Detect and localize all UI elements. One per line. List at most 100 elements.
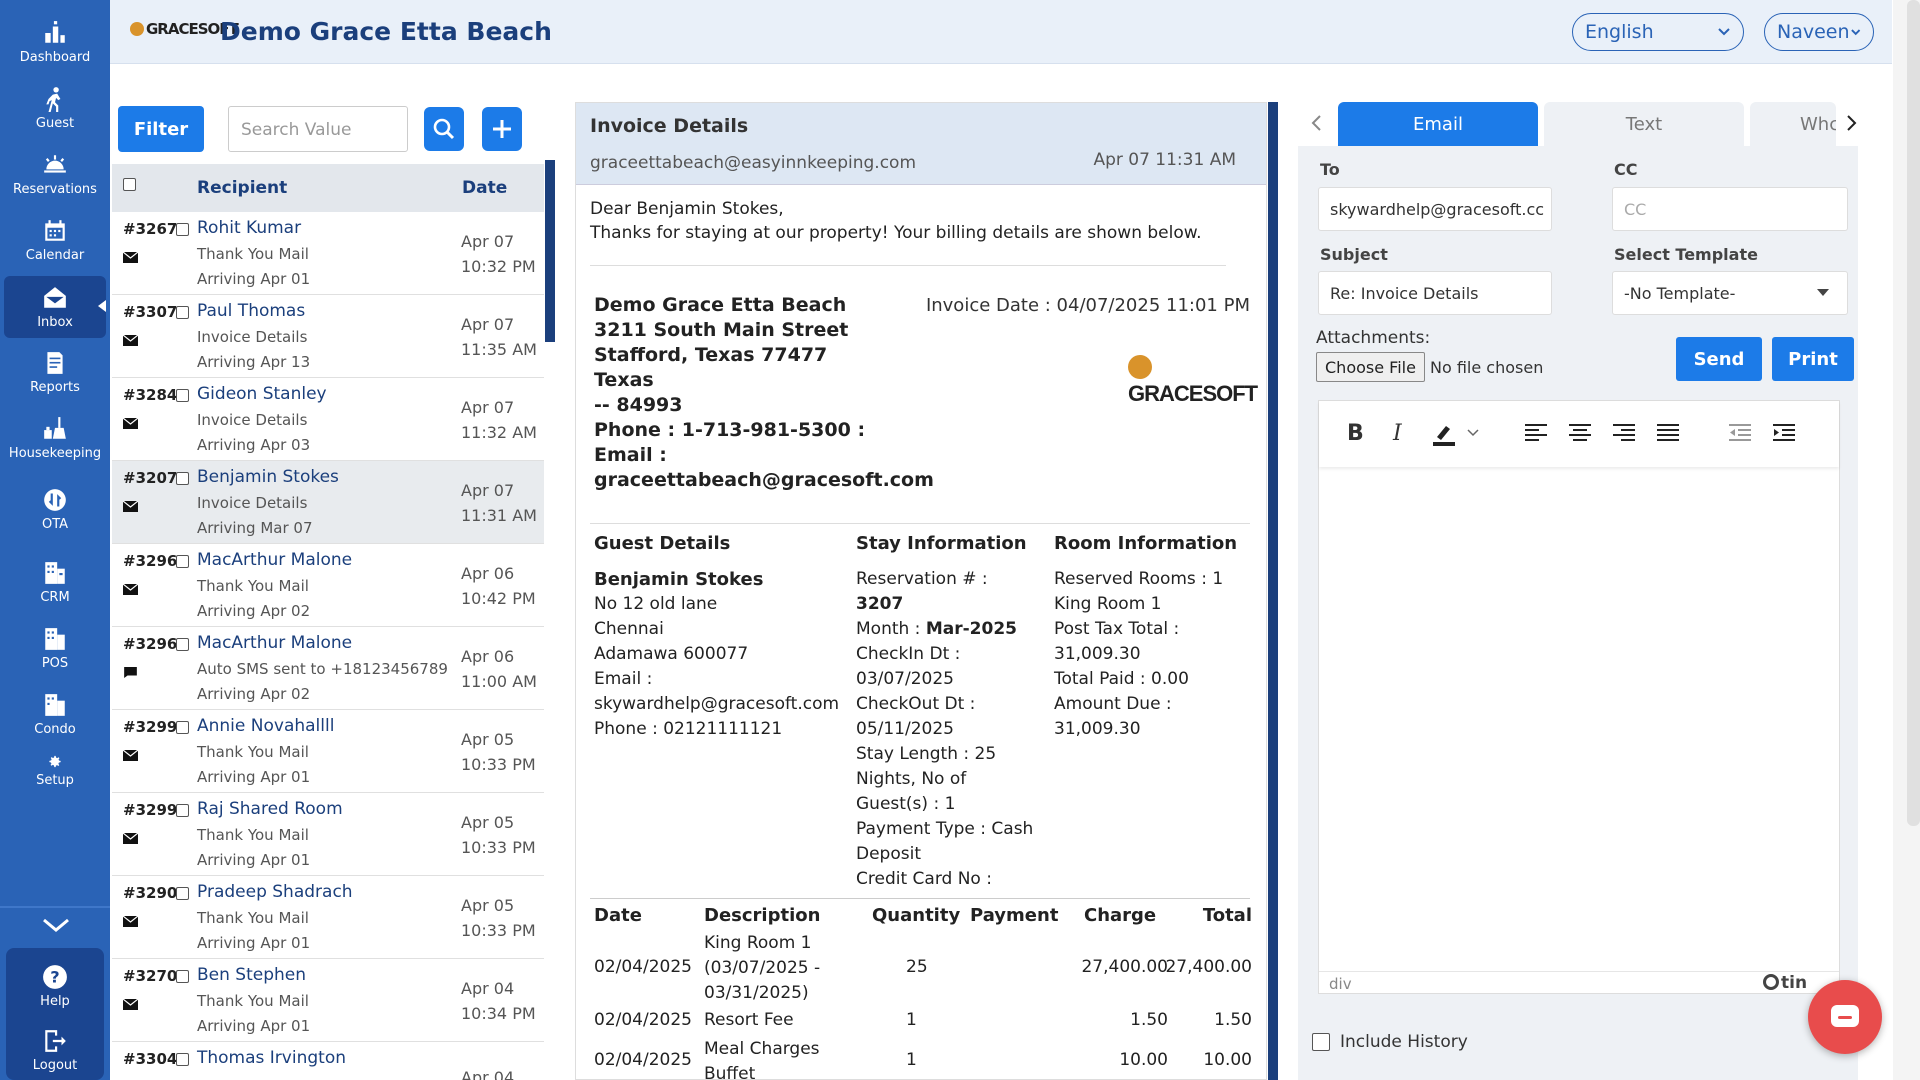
list-item[interactable]: #3267 Rohit Kumar Thank You Mail Arriving …: [112, 212, 544, 295]
invoice-scroll-thumb[interactable]: [1268, 102, 1278, 1080]
message-date: Apr 05: [461, 813, 515, 832]
search-button[interactable]: [424, 107, 464, 151]
row-checkbox[interactable]: [176, 555, 189, 568]
send-button[interactable]: Send: [1676, 337, 1762, 381]
recipient-name[interactable]: MacArthur Malone: [197, 633, 352, 653]
filter-button[interactable]: Filter: [118, 106, 204, 152]
divider: [0, 906, 110, 908]
add-button[interactable]: [482, 107, 522, 151]
recipient-name[interactable]: Thomas Irvington: [197, 1048, 346, 1068]
nav-inbox[interactable]: Inbox: [4, 276, 106, 338]
nav-setup[interactable]: Setup: [4, 748, 106, 788]
template-select[interactable]: -No Template-: [1612, 271, 1848, 315]
recipient-name[interactable]: Pradeep Shadrach: [197, 882, 353, 902]
recipient-name[interactable]: Annie Novahallll: [197, 716, 334, 736]
row-checkbox[interactable]: [176, 970, 189, 983]
nav-help[interactable]: ? Help: [4, 958, 106, 1014]
search-input[interactable]: Search Value: [228, 106, 408, 152]
bold-icon[interactable]: B: [1347, 421, 1364, 446]
room-line: Total Paid : 0.00: [1054, 669, 1189, 689]
recipient-name[interactable]: Paul Thomas: [197, 301, 305, 321]
subject-input[interactable]: Re: Invoice Details: [1318, 271, 1552, 315]
outdent-icon[interactable]: [1729, 424, 1751, 442]
recipient-name[interactable]: Ben Stephen: [197, 965, 306, 985]
user-menu[interactable]: Naveen: [1764, 13, 1874, 51]
recipient-name[interactable]: Gideon Stanley: [197, 384, 327, 404]
align-justify-icon[interactable]: [1657, 424, 1679, 442]
chevron-down-icon[interactable]: [1467, 429, 1479, 437]
condo-icon: [45, 693, 65, 716]
list-item[interactable]: #3299 Raj Shared Room Thank You Mail Arriv…: [112, 793, 544, 876]
tab-whatsapp[interactable]: Whc: [1750, 102, 1836, 146]
row-checkbox[interactable]: [176, 638, 189, 651]
list-item[interactable]: #3296 MacArthur Malone Thank You Mail Arri…: [112, 544, 544, 627]
recipient-name[interactable]: MacArthur Malone: [197, 550, 352, 570]
nav-ota[interactable]: OTA: [4, 474, 106, 544]
include-history-checkbox[interactable]: [1312, 1033, 1330, 1051]
item-quantity: 25: [906, 957, 928, 977]
indent-icon[interactable]: [1773, 424, 1795, 442]
col-recipient: Recipient: [197, 178, 288, 198]
align-left-icon[interactable]: [1525, 424, 1547, 442]
list-item[interactable]: #3270 Ben Stephen Thank You Mail Arriving …: [112, 959, 544, 1042]
row-checkbox[interactable]: [176, 389, 189, 402]
row-checkbox[interactable]: [176, 721, 189, 734]
nav-housekeeping[interactable]: Housekeeping: [4, 408, 106, 468]
nav-pos[interactable]: POS: [4, 618, 106, 678]
list-item[interactable]: #3296 MacArthur Malone Auto SMS sent to +…: [112, 627, 544, 710]
page-scroll-thumb[interactable]: [1907, 0, 1920, 826]
nav-reservations[interactable]: Reservations: [4, 144, 106, 204]
align-right-icon[interactable]: [1613, 424, 1635, 442]
list-item[interactable]: #3299 Annie Novahallll Thank You Mail Arri…: [112, 710, 544, 793]
list-item-selected[interactable]: #3207 Benjamin Stokes Invoice Details Arri…: [112, 461, 544, 544]
top-header: GRACESOFT Demo Grace Etta Beach English …: [110, 0, 1892, 64]
chevron-down-icon[interactable]: [41, 915, 71, 935]
list-item[interactable]: #3307 Paul Thomas Invoice Details Arriving…: [112, 295, 544, 378]
print-button[interactable]: Print: [1772, 337, 1854, 381]
nav-calendar[interactable]: Calendar: [4, 210, 106, 270]
nav-logout[interactable]: Logout: [4, 1022, 106, 1078]
list-item[interactable]: #3304 Thomas Irvington Apr 04: [112, 1042, 544, 1080]
row-checkbox[interactable]: [176, 804, 189, 817]
chat-widget-button[interactable]: [1808, 980, 1882, 1054]
invoice-logo: GRACESOFT: [1128, 355, 1266, 407]
row-checkbox[interactable]: [176, 887, 189, 900]
guest-name: Benjamin Stokes: [594, 569, 764, 590]
language-select[interactable]: English: [1572, 13, 1744, 51]
room-line: 31,009.30: [1054, 719, 1141, 739]
list-scroll-thumb[interactable]: [545, 160, 555, 342]
stay-line: CheckIn Dt :: [856, 644, 961, 664]
item-description: Resort Fee: [704, 1010, 794, 1030]
page-scrollbar[interactable]: [1893, 0, 1920, 1080]
recipient-name[interactable]: Benjamin Stokes: [197, 467, 339, 487]
nav-crm[interactable]: CRM: [4, 552, 106, 612]
list-item[interactable]: #3290 Pradeep Shadrach Thank You Mail Arri…: [112, 876, 544, 959]
list-item[interactable]: #3284 Gideon Stanley Invoice Details Arriv…: [112, 378, 544, 461]
highlight-icon[interactable]: [1431, 421, 1457, 447]
recipient-name[interactable]: Raj Shared Room: [197, 799, 343, 819]
row-checkbox[interactable]: [176, 472, 189, 485]
align-center-icon[interactable]: [1569, 424, 1591, 442]
row-checkbox[interactable]: [176, 223, 189, 236]
cc-input[interactable]: CC: [1612, 187, 1848, 231]
nav-reports[interactable]: Reports: [4, 342, 106, 402]
choose-file-button[interactable]: Choose File: [1316, 352, 1425, 382]
nav-guest[interactable]: Guest: [4, 78, 106, 138]
italic-icon[interactable]: I: [1393, 421, 1402, 446]
row-checkbox[interactable]: [176, 1053, 189, 1066]
nav-dashboard[interactable]: Dashboard: [4, 12, 106, 72]
row-checkbox[interactable]: [176, 306, 189, 319]
chevron-right-icon[interactable]: [1844, 114, 1858, 132]
message-time: 11:35 AM: [461, 340, 537, 359]
nav-condo[interactable]: Condo: [4, 684, 106, 744]
to-input[interactable]: skywardhelp@gracesoft.cc: [1318, 187, 1552, 231]
item-date: 02/04/2025: [594, 957, 692, 977]
address-line: Texas: [594, 369, 654, 391]
select-all-checkbox[interactable]: [123, 178, 136, 191]
tab-email[interactable]: Email: [1338, 102, 1538, 146]
rich-text-editor[interactable]: B I div tin: [1318, 400, 1840, 994]
tab-text[interactable]: Text: [1544, 102, 1744, 146]
stay-info-heading: Stay Information: [856, 533, 1027, 554]
desc-line: King Room 1: [704, 933, 812, 953]
recipient-name[interactable]: Rohit Kumar: [197, 218, 301, 238]
